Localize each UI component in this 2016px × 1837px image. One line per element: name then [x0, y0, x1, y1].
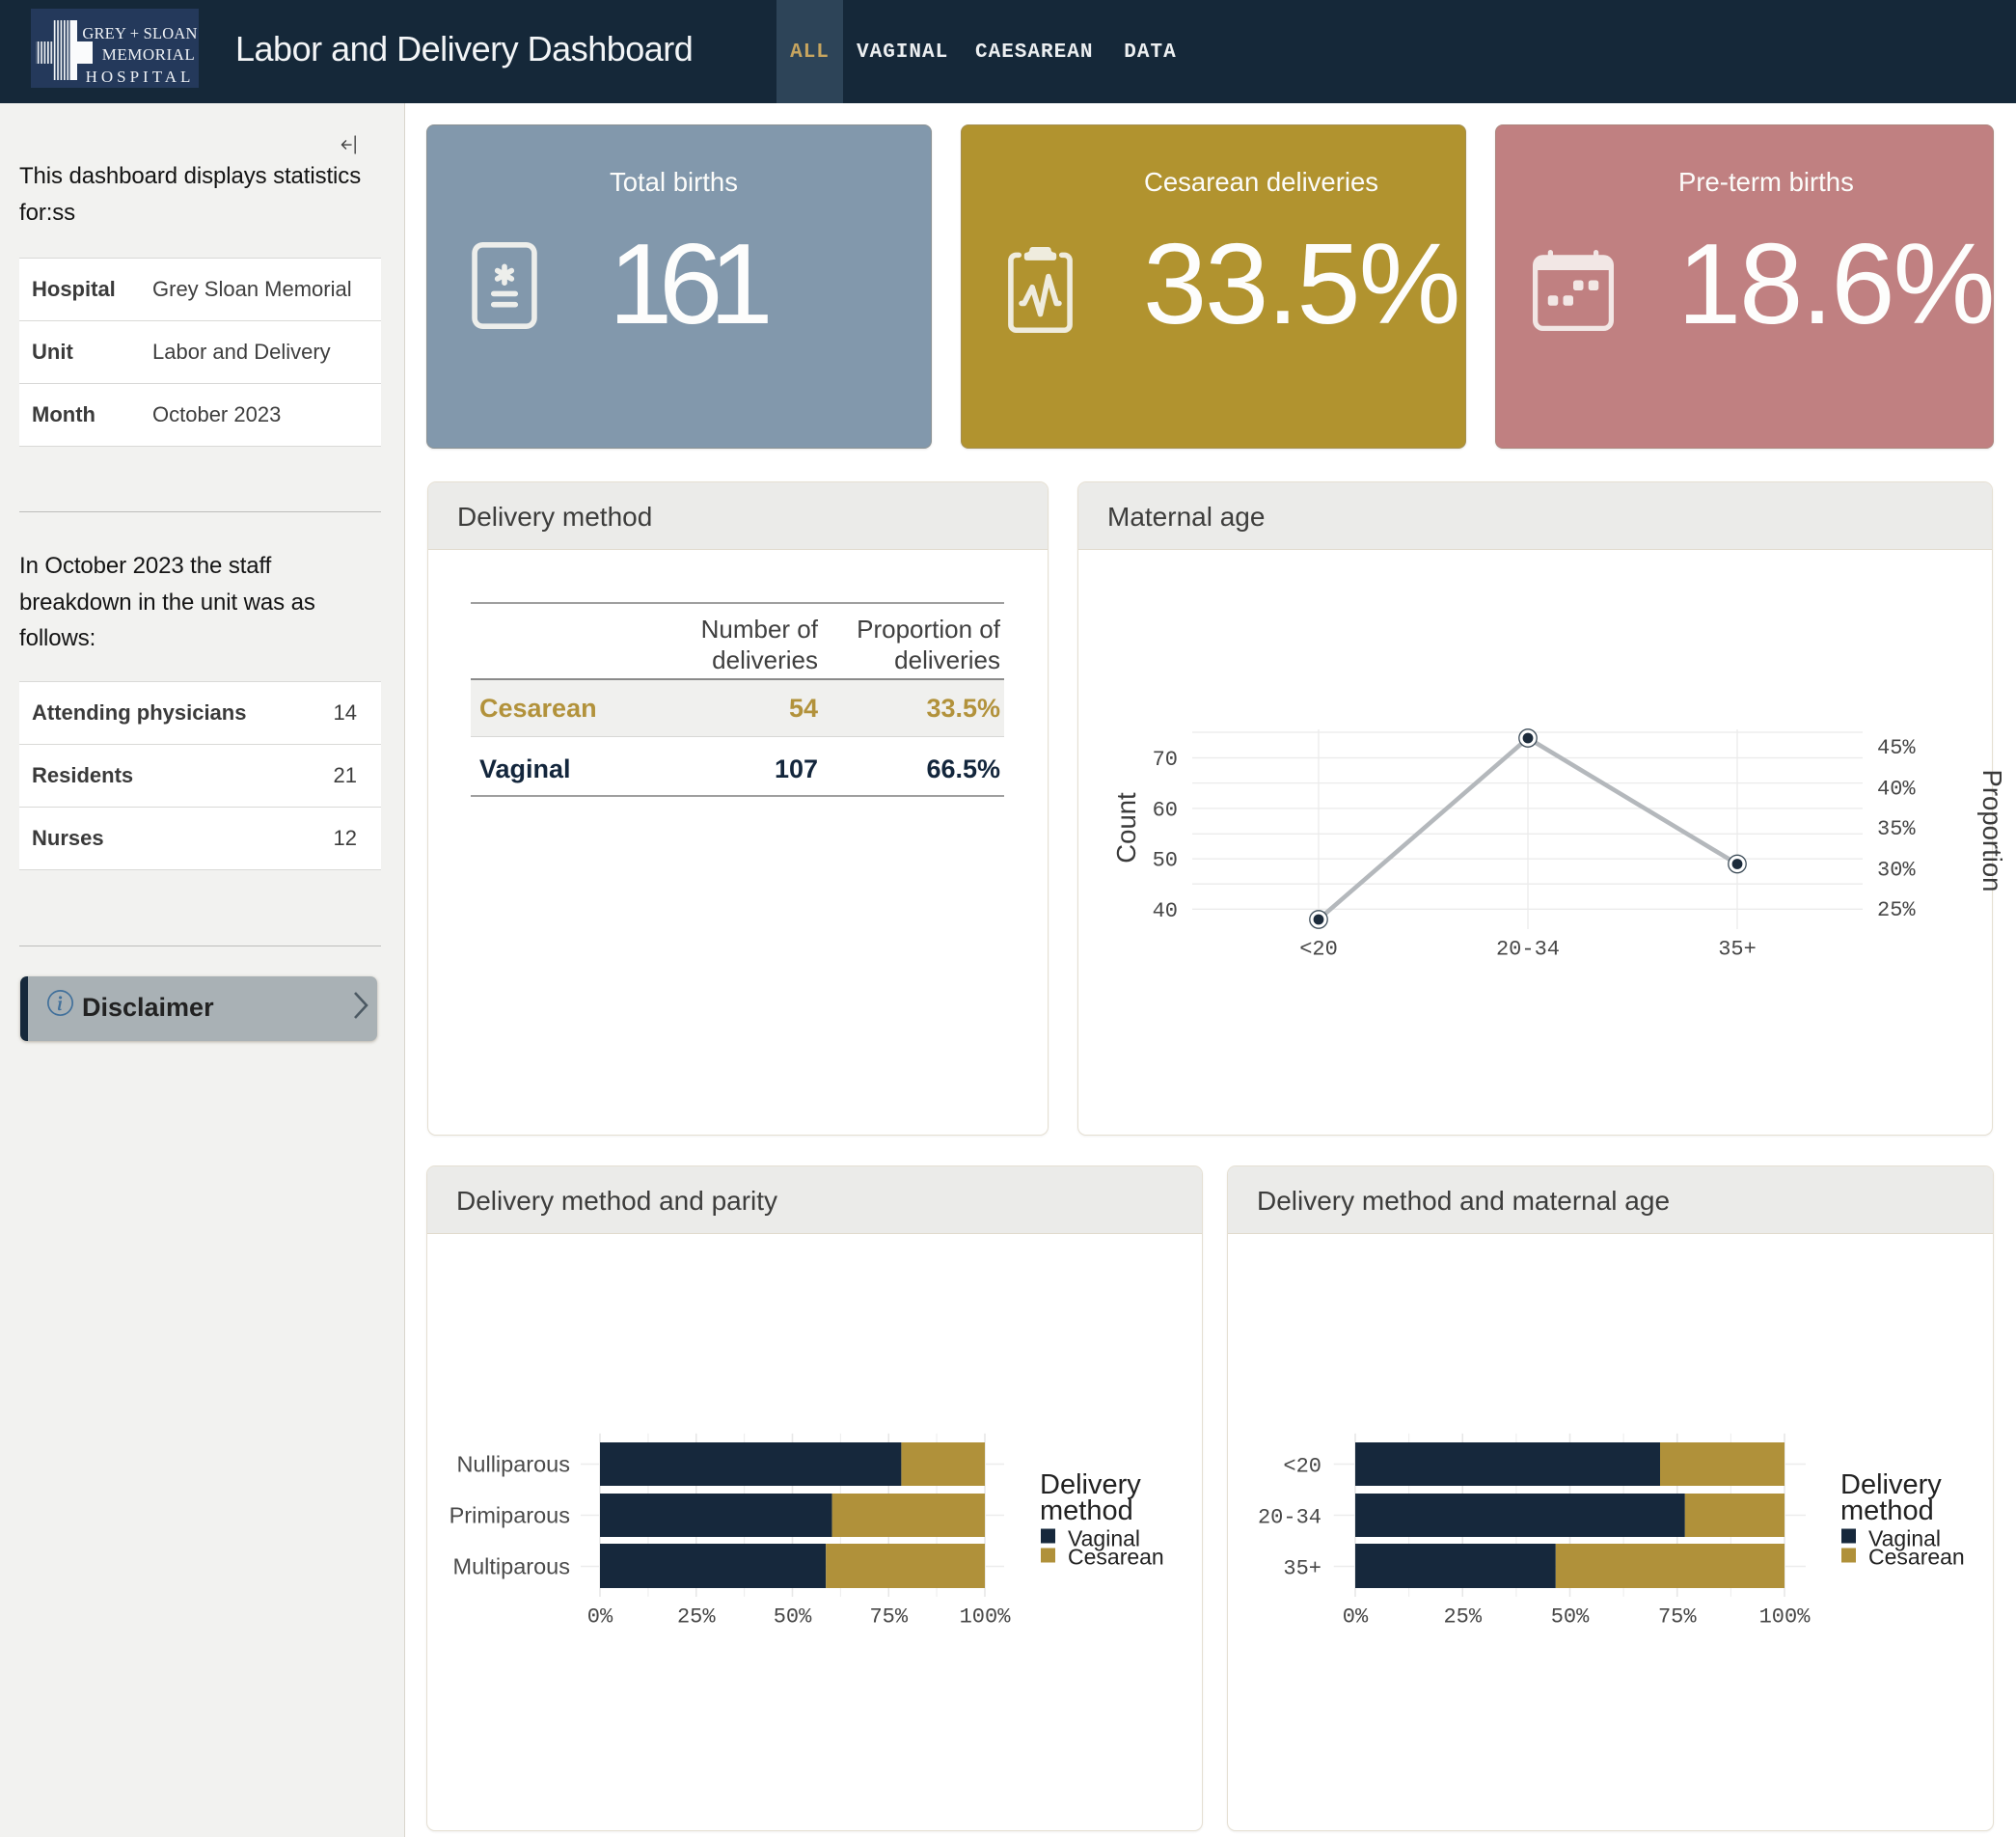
svg-text:HOSPITAL: HOSPITAL	[86, 68, 195, 86]
svg-text:100%: 100%	[1759, 1605, 1812, 1630]
svg-text:method: method	[1040, 1495, 1133, 1526]
svg-text:25%: 25%	[1443, 1605, 1482, 1630]
svg-text:40%: 40%	[1877, 777, 1916, 801]
svg-text:Primiparous: Primiparous	[450, 1503, 570, 1528]
svg-text:50: 50	[1153, 849, 1178, 873]
svg-text:35+: 35+	[1718, 938, 1757, 962]
svg-text:30%: 30%	[1877, 858, 1916, 882]
svg-text:100%: 100%	[960, 1605, 1012, 1630]
svg-text:<20: <20	[1299, 938, 1338, 962]
svg-text:45%: 45%	[1877, 736, 1916, 760]
svg-text:Proportion: Proportion	[1977, 770, 2007, 892]
svg-text:50%: 50%	[1551, 1605, 1590, 1630]
svg-text:50%: 50%	[774, 1605, 812, 1630]
svg-text:Nulliparous: Nulliparous	[456, 1452, 570, 1477]
svg-text:70: 70	[1153, 748, 1178, 772]
svg-text:Cesarean: Cesarean	[1068, 1545, 1164, 1570]
svg-text:20-34: 20-34	[1258, 1506, 1321, 1530]
svg-text:Cesarean: Cesarean	[1868, 1545, 1965, 1570]
svg-text:Count: Count	[1111, 792, 1141, 864]
svg-text:<20: <20	[1283, 1455, 1321, 1479]
svg-text:35%: 35%	[1877, 817, 1916, 841]
svg-text:25%: 25%	[677, 1605, 716, 1630]
svg-text:method: method	[1840, 1495, 1934, 1526]
svg-text:40: 40	[1153, 899, 1178, 923]
svg-text:25%: 25%	[1877, 898, 1916, 922]
svg-text:0%: 0%	[587, 1605, 613, 1630]
svg-text:35+: 35+	[1283, 1557, 1321, 1581]
svg-text:Multiparous: Multiparous	[453, 1554, 570, 1579]
svg-text:20-34: 20-34	[1496, 938, 1560, 962]
svg-text:75%: 75%	[869, 1605, 908, 1630]
svg-text:MEMORIAL: MEMORIAL	[102, 45, 196, 64]
svg-text:60: 60	[1153, 798, 1178, 822]
svg-text:75%: 75%	[1658, 1605, 1697, 1630]
svg-text:0%: 0%	[1343, 1605, 1369, 1630]
svg-text:GREY + SLOAN: GREY + SLOAN	[82, 24, 197, 42]
